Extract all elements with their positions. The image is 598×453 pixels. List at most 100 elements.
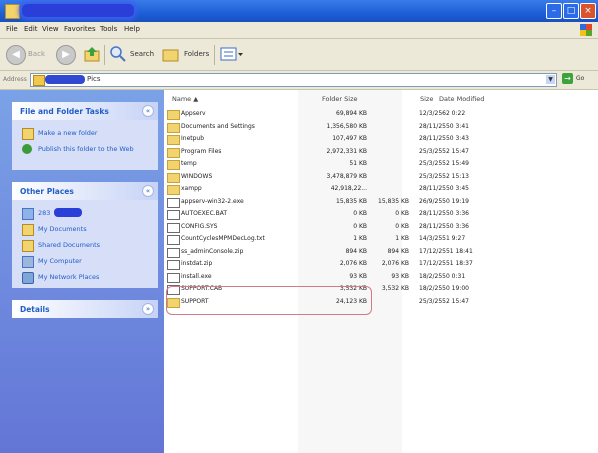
forward-arrow-icon[interactable]: ▶ — [56, 45, 76, 65]
network-icon — [22, 272, 34, 284]
file-icon — [167, 235, 180, 245]
file-size: 2,076 KB — [381, 260, 409, 267]
place-computer[interactable]: 283 — [12, 206, 158, 222]
minimize-button[interactable]: – — [546, 3, 562, 19]
file-row[interactable]: CONFIG.SYS 0 KB 0 KB 28/11/2550 3:36 — [164, 222, 598, 233]
file-folder-size: 1,356,580 KB — [326, 122, 368, 130]
place-my-documents[interactable]: My Documents — [12, 222, 158, 238]
other-places-panel: Other Places « 283 My Documents Shared D… — [12, 182, 158, 288]
file-list-view: Name ▲ Folder Size Size Date Modified Ap… — [164, 90, 598, 453]
search-icon[interactable] — [109, 45, 127, 63]
go-arrow-icon[interactable]: → — [562, 73, 573, 84]
file-date: 28/11/2550 3:41 — [419, 122, 469, 130]
close-button[interactable]: × — [580, 3, 596, 19]
place-shared-documents[interactable]: Shared Documents — [12, 238, 158, 254]
menu-help[interactable]: Help — [124, 25, 140, 33]
file-folder-size: 15,835 KB — [336, 197, 367, 205]
back-label[interactable]: Back — [28, 50, 45, 58]
file-icon — [167, 210, 180, 220]
file-folder-size: 51 KB — [349, 160, 367, 167]
file-row[interactable]: CountCyclesMPMDecLog.txt 1 KB 1 KB 14/3/255… — [164, 234, 598, 245]
go-button[interactable]: Go — [576, 75, 584, 82]
file-row[interactable]: Documents and Settings 1,356,580 KB 28/11/… — [164, 122, 598, 133]
place-label: Shared Documents — [38, 241, 101, 249]
file-date: 28/11/2550 3:36 — [419, 222, 469, 230]
file-folder-size: 1 KB — [353, 235, 367, 242]
place-label: My Computer — [38, 257, 82, 265]
folders-icon[interactable] — [162, 46, 180, 62]
file-size: 0 KB — [395, 222, 409, 230]
folder-icon — [167, 185, 180, 195]
file-date: 17/12/2551 18:41 — [419, 247, 473, 255]
file-row[interactable]: temp 51 KB 25/3/2552 15:49 — [164, 159, 598, 170]
file-date: 14/3/2551 9:27 — [419, 235, 466, 242]
address-path: Pics — [87, 75, 101, 83]
file-size: 15,835 KB — [378, 197, 409, 205]
task-label: Make a new folder — [38, 129, 98, 137]
file-folder-size: 0 KB — [353, 222, 367, 230]
file-row[interactable]: AUTOEXEC.BAT 0 KB 0 KB 28/11/2550 3:36 — [164, 209, 598, 220]
panel-header[interactable]: Other Places « — [12, 182, 158, 200]
chevron-down-icon[interactable]: ▼ — [546, 75, 555, 84]
column-header-size[interactable]: Size — [420, 95, 433, 103]
file-row[interactable]: instdat.zip 2,076 KB 2,076 KB 17/12/2551 18… — [164, 259, 598, 270]
file-row[interactable]: appserv-win32-2.exe 15,835 KB 15,835 KB 26/… — [164, 197, 598, 208]
views-icon[interactable] — [220, 46, 244, 62]
file-row[interactable]: ss_adminConsole.zip 894 KB 894 KB 17/12/255… — [164, 247, 598, 258]
file-row[interactable]: xampp 42,918,22... 28/11/2550 3:45 — [164, 184, 598, 195]
file-name: xampp — [181, 185, 202, 192]
file-name: install.exe — [181, 272, 212, 280]
column-header-folder-size[interactable]: Folder Size — [322, 95, 358, 103]
collapse-icon[interactable]: « — [142, 185, 154, 197]
place-label: My Documents — [38, 225, 87, 233]
expand-icon[interactable]: » — [142, 303, 154, 315]
file-row[interactable]: WINDOWS 3,478,879 KB 25/3/2552 15:13 — [164, 172, 598, 183]
file-name: instdat.zip — [181, 260, 213, 267]
folders-button[interactable]: Folders — [184, 50, 209, 58]
redacted-path — [45, 75, 85, 84]
file-row[interactable]: Appserv 69,894 KB 12/3/2562 0:22 — [164, 109, 598, 120]
file-name: AUTOEXEC.BAT — [181, 210, 228, 217]
place-my-network-places[interactable]: My Network Places — [12, 270, 158, 286]
place-my-computer[interactable]: My Computer — [12, 254, 158, 270]
file-name: appserv-win32-2.exe — [181, 197, 244, 205]
task-new-folder[interactable]: Make a new folder — [12, 126, 158, 142]
file-icon — [167, 222, 180, 233]
address-field[interactable]: Pics ▼ — [30, 73, 557, 87]
file-folder-size: 107,497 KB — [332, 135, 367, 142]
collapse-icon[interactable]: « — [142, 105, 154, 117]
file-folder-size: 2,972,331 KB — [326, 147, 368, 155]
file-name: WINDOWS — [181, 172, 213, 180]
shared-folder-icon — [22, 240, 34, 252]
file-date: 28/11/2550 3:43 — [419, 135, 469, 142]
file-row[interactable]: Program Files 2,972,331 KB 25/3/2552 15:47 — [164, 147, 598, 158]
up-folder-icon[interactable] — [84, 46, 100, 62]
file-size: 894 KB — [387, 247, 409, 255]
menu-favorites[interactable]: Favorites — [64, 25, 96, 33]
column-header-name[interactable]: Name ▲ — [172, 95, 198, 103]
panel-header[interactable]: File and Folder Tasks « — [12, 102, 158, 120]
redacted-title — [22, 4, 134, 17]
back-arrow-icon[interactable]: ◀ — [6, 45, 26, 65]
file-row[interactable]: install.exe 93 KB 93 KB 18/2/2550 0:31 — [164, 272, 598, 283]
menu-file[interactable]: File — [6, 25, 18, 33]
file-folder-size: 93 KB — [349, 272, 367, 280]
menu-tools[interactable]: Tools — [100, 25, 117, 33]
task-label: Publish this folder to the Web — [38, 145, 134, 153]
menu-view[interactable]: View — [42, 25, 59, 33]
file-date: 28/11/2550 3:45 — [419, 185, 469, 192]
task-pane: File and Folder Tasks « Make a new folde… — [0, 90, 164, 453]
file-row[interactable]: Inetpub 107,497 KB 28/11/2550 3:43 — [164, 134, 598, 145]
menu-bar: File Edit View Favorites Tools Help — [0, 22, 598, 39]
drive-icon — [22, 208, 34, 220]
menu-edit[interactable]: Edit — [24, 25, 38, 33]
search-button[interactable]: Search — [130, 50, 154, 58]
column-header-date-modified[interactable]: Date Modified — [439, 95, 484, 103]
task-publish-web[interactable]: Publish this folder to the Web — [12, 142, 158, 166]
file-folder-size: 69,894 KB — [336, 110, 367, 117]
highlight-annotation — [166, 286, 372, 315]
panel-header[interactable]: Details » — [12, 300, 158, 318]
maximize-button[interactable]: □ — [563, 3, 579, 19]
panel-title: File and Folder Tasks — [20, 107, 109, 116]
documents-folder-icon — [22, 224, 34, 236]
